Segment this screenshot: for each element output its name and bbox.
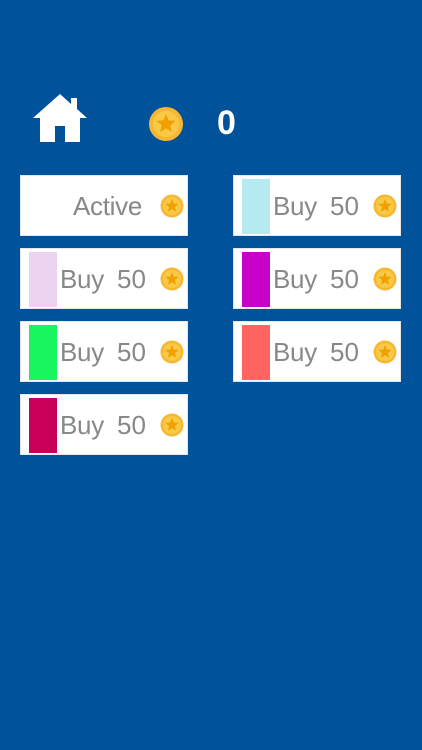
price-label: 50 bbox=[330, 337, 359, 367]
coin-star-icon bbox=[160, 267, 184, 291]
coin-star-icon bbox=[373, 340, 397, 364]
price-label: 50 bbox=[117, 264, 146, 294]
buy-label: Buy bbox=[273, 337, 317, 367]
coin-count: 0 bbox=[217, 104, 236, 142]
coin-star-icon bbox=[160, 413, 184, 437]
coin-star-icon bbox=[373, 194, 397, 218]
home-icon bbox=[33, 94, 87, 142]
coin-star-icon bbox=[160, 340, 184, 364]
color-swatch bbox=[242, 325, 270, 380]
buy-label: Buy bbox=[60, 264, 104, 294]
buy-label: Buy bbox=[60, 337, 104, 367]
buy-label: Buy bbox=[60, 410, 104, 440]
shop-item-active[interactable]: Active bbox=[20, 175, 188, 236]
shop-item-green[interactable]: Buy 50 bbox=[20, 321, 188, 382]
shop-item-crimson[interactable]: Buy 50 bbox=[20, 394, 188, 455]
color-swatch bbox=[242, 179, 270, 234]
buy-label: Buy bbox=[273, 264, 317, 294]
shop-item-salmon[interactable]: Buy 50 bbox=[233, 321, 401, 382]
coin-star-icon bbox=[160, 194, 184, 218]
color-swatch bbox=[29, 325, 57, 380]
price-label: 50 bbox=[117, 410, 146, 440]
coin-star-icon bbox=[149, 107, 183, 141]
color-swatch bbox=[29, 252, 57, 307]
price-label: 50 bbox=[330, 264, 359, 294]
shop-item-cyan[interactable]: Buy 50 bbox=[233, 175, 401, 236]
home-button[interactable] bbox=[31, 92, 89, 144]
buy-label: Buy bbox=[273, 191, 317, 221]
coin-star-icon bbox=[373, 267, 397, 291]
color-swatch bbox=[29, 398, 57, 453]
shop-item-lavender[interactable]: Buy 50 bbox=[20, 248, 188, 309]
price-label: 50 bbox=[330, 191, 359, 221]
color-swatch bbox=[242, 252, 270, 307]
shop-item-magenta[interactable]: Buy 50 bbox=[233, 248, 401, 309]
item-status-label: Active bbox=[73, 191, 143, 221]
price-label: 50 bbox=[117, 337, 146, 367]
